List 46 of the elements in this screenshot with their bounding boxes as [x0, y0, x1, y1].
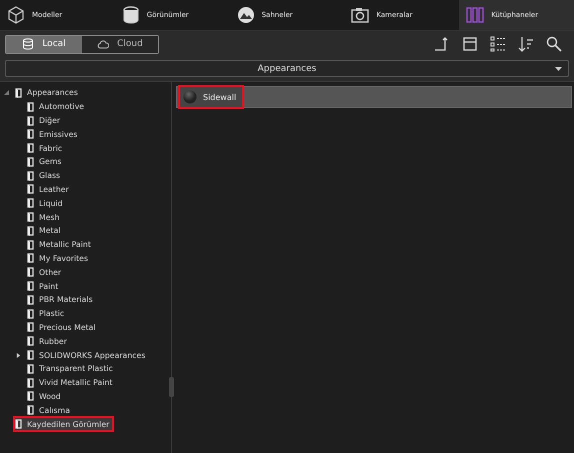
list-row[interactable]: Sidewall: [176, 86, 572, 108]
panel-icon[interactable]: [461, 35, 479, 53]
book-icon: [27, 198, 35, 208]
book-icon: [27, 336, 35, 346]
book-icon: [27, 253, 35, 264]
book-icon: [15, 419, 23, 430]
book-icon: [27, 226, 35, 236]
book-icon: [27, 212, 35, 222]
search-icon[interactable]: [545, 35, 563, 53]
category-dropdown[interactable]: Appearances: [5, 60, 569, 77]
book-icon: [27, 143, 35, 154]
book-icon: [27, 308, 35, 319]
dropdown-caret-icon: [555, 67, 562, 71]
sort-icon[interactable]: [517, 35, 535, 53]
book-icon: [27, 156, 35, 167]
expand-arrow-icon[interactable]: [16, 352, 21, 358]
book-icon: [27, 378, 35, 388]
book-icon: [27, 294, 35, 305]
book-icon: [27, 116, 35, 126]
toggle-button[interactable]: Local: [6, 36, 82, 52]
book-icon: [27, 129, 35, 140]
book-icon: [27, 364, 35, 374]
book-icon: [27, 322, 35, 332]
splitter-handle[interactable]: [169, 377, 174, 397]
cylinder-icon: [120, 5, 141, 25]
toggle-button[interactable]: Cloud: [82, 36, 158, 52]
cloud-icon: [97, 38, 110, 50]
collapse-arrow-icon[interactable]: [4, 90, 9, 96]
book-icon: [27, 391, 35, 402]
book-icon: [27, 267, 35, 278]
book-icon: [27, 170, 35, 181]
book-icon: [27, 184, 35, 194]
cube-icon: [6, 5, 26, 25]
book-icon: [27, 405, 35, 416]
list-icon[interactable]: [489, 35, 507, 53]
book-icon: [27, 102, 35, 112]
landscape-icon: [236, 5, 256, 25]
book-icon: [27, 240, 35, 250]
books-icon: [465, 5, 486, 25]
book-icon: [27, 350, 35, 360]
database-icon: [22, 38, 34, 50]
book-icon: [15, 88, 23, 98]
sphere-icon: [183, 90, 197, 104]
camera-icon: [350, 5, 370, 25]
book-icon: [27, 281, 35, 292]
material-item[interactable]: Sidewall: [178, 85, 244, 109]
